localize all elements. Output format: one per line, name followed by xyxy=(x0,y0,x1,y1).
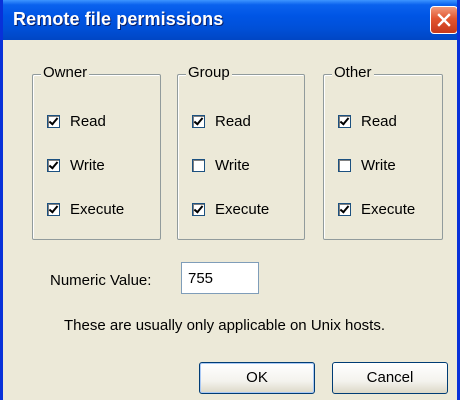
checkbox-box[interactable] xyxy=(338,158,351,172)
checkbox-label: Read xyxy=(361,112,397,130)
checkbox-label: Write xyxy=(70,156,105,174)
checkbox-box[interactable] xyxy=(192,158,205,172)
close-button[interactable] xyxy=(430,6,457,34)
ok-button[interactable]: OK xyxy=(199,362,315,394)
dialog-window: Remote file permissions Owner Read Write… xyxy=(0,0,460,400)
numeric-value-label: Numeric Value: xyxy=(50,272,152,289)
checkbox-label: Execute xyxy=(70,200,125,218)
checkbox-label: Read xyxy=(215,112,251,130)
checkbox-box[interactable] xyxy=(192,114,205,128)
cancel-button[interactable]: Cancel xyxy=(332,362,448,394)
group-read-checkbox[interactable]: Read xyxy=(192,111,251,131)
other-execute-checkbox[interactable]: Execute xyxy=(338,199,415,219)
title-bar[interactable]: Remote file permissions xyxy=(3,0,457,40)
other-group: Other Read Write Execute xyxy=(323,64,443,240)
checkbox-box[interactable] xyxy=(47,202,60,216)
checkbox-label: Execute xyxy=(361,200,416,218)
other-read-checkbox[interactable]: Read xyxy=(338,111,397,131)
owner-write-checkbox[interactable]: Write xyxy=(47,155,105,175)
owner-group-legend: Owner xyxy=(41,64,90,81)
unix-hosts-note: These are usually only applicable on Uni… xyxy=(64,317,386,334)
checkbox-box[interactable] xyxy=(338,114,351,128)
group-group: Group Read Write Execute xyxy=(177,64,305,240)
checkbox-box[interactable] xyxy=(338,202,351,216)
group-execute-checkbox[interactable]: Execute xyxy=(192,199,269,219)
checkbox-label: Read xyxy=(70,112,106,130)
group-group-legend: Group xyxy=(186,64,232,81)
owner-execute-checkbox[interactable]: Execute xyxy=(47,199,124,219)
checkbox-label: Write xyxy=(215,156,250,174)
owner-read-checkbox[interactable]: Read xyxy=(47,111,106,131)
checkbox-box[interactable] xyxy=(47,158,60,172)
group-write-checkbox[interactable]: Write xyxy=(192,155,250,175)
other-group-legend: Other xyxy=(332,64,374,81)
checkbox-box[interactable] xyxy=(47,114,60,128)
numeric-value-input[interactable] xyxy=(181,262,259,294)
other-write-checkbox[interactable]: Write xyxy=(338,155,396,175)
window-title: Remote file permissions xyxy=(13,9,224,29)
checkbox-box[interactable] xyxy=(192,202,205,216)
checkbox-label: Execute xyxy=(215,200,270,218)
close-icon xyxy=(437,13,451,27)
checkbox-label: Write xyxy=(361,156,396,174)
owner-group: Owner Read Write Execute xyxy=(32,64,161,240)
